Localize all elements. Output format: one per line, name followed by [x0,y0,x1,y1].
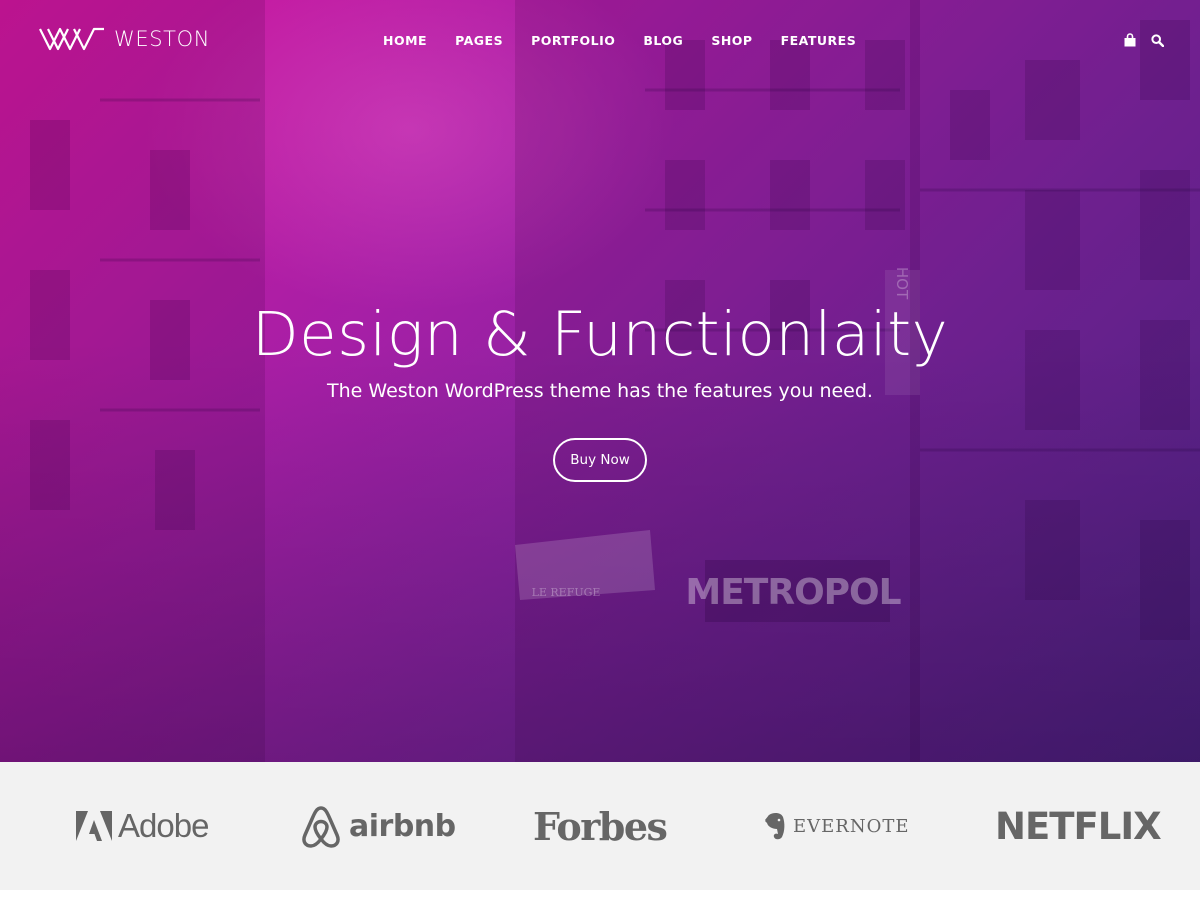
awning-sign-text: LE REFUGE [532,586,601,599]
site-logo[interactable]: WESTON [38,26,210,52]
metropol-sign-text: METROPOL [685,572,900,613]
weston-logo-icon [39,27,104,51]
hero-subtitle: The Weston WordPress theme has the featu… [327,380,873,402]
brand-name: Adobe [118,807,209,844]
brand-airbnb: airbnb [301,762,456,890]
buy-now-button[interactable]: Buy Now [553,438,647,482]
brand-name: EVERNOTE [793,815,910,837]
nav-home-link[interactable]: HOME [383,33,427,48]
main-nav: HOME PAGES PORTFOLIO BLOG SHOP FEATURES [383,33,884,48]
search-icon[interactable] [1151,33,1165,52]
brand-name: NETFLIX [995,804,1162,848]
adobe-logo-icon [76,811,112,841]
brand-name: airbnb [349,808,456,844]
brand-forbes: Forbes [533,762,668,890]
hero-title: Design & Functionlaity [251,299,949,370]
hero-section: HOT METROPOL LE REFUGE WESTON HOME PAGES… [0,0,1200,762]
logo-text: WESTON [114,27,211,51]
hotel-sign-text: HOT [893,267,911,300]
header-icons [1123,33,1165,52]
nav-shop-link[interactable]: SHOP [711,33,752,48]
shopping-bag-icon[interactable] [1123,33,1137,52]
nav-portfolio-link[interactable]: PORTFOLIO [531,33,615,48]
brand-name: Forbes [533,803,668,849]
brand-logos-strip: Adobe airbnb Forbes EVERNOTE NETFLIX [0,762,1200,890]
nav-pages-link[interactable]: PAGES [455,33,503,48]
brand-netflix: NETFLIX [995,762,1162,890]
airbnb-logo-icon [302,806,340,848]
nav-features-link[interactable]: FEATURES [781,33,857,48]
brand-adobe: Adobe [76,762,209,890]
nav-blog-link[interactable]: BLOG [643,33,683,48]
evernote-elephant-icon [765,812,785,840]
brand-evernote: EVERNOTE [763,762,909,890]
